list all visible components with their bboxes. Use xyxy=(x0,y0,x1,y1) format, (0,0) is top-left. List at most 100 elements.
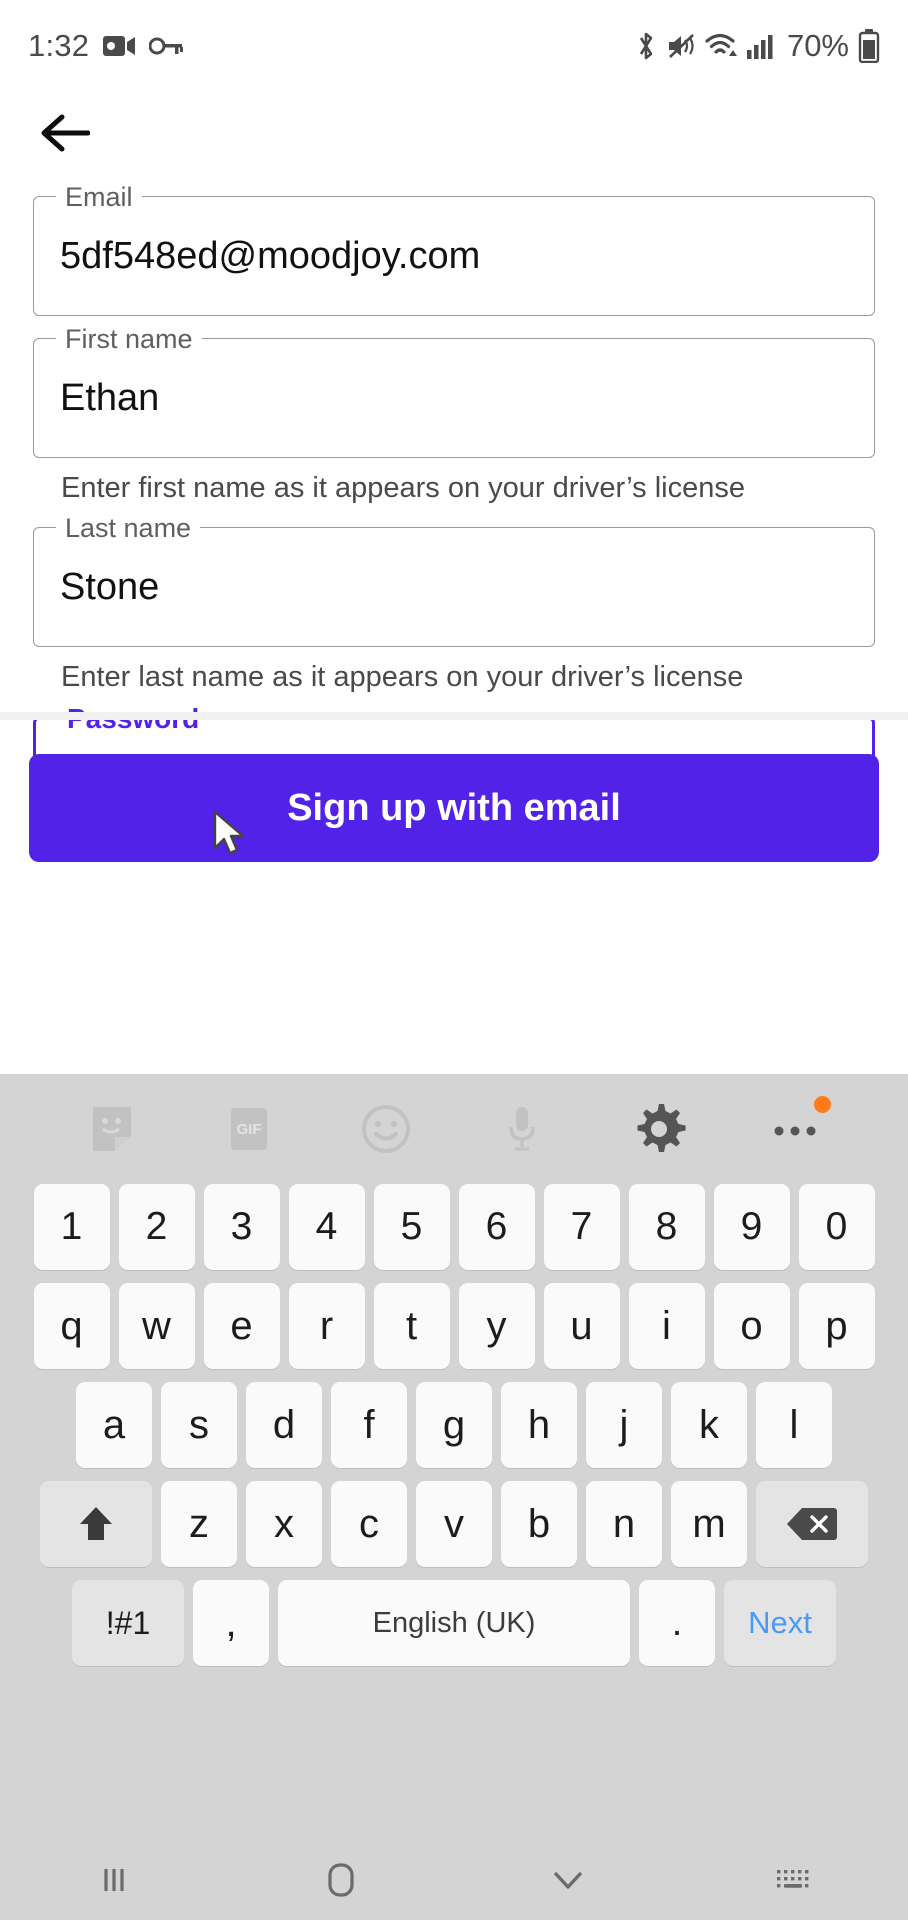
last-name-input-value: Stone xyxy=(60,566,160,608)
svg-text:GIF: GIF xyxy=(236,1121,261,1138)
hide-keyboard-button[interactable] xyxy=(454,1840,681,1920)
space-key[interactable]: English (UK) xyxy=(278,1580,630,1666)
key-i[interactable]: i xyxy=(628,1283,705,1369)
key-6[interactable]: 6 xyxy=(458,1184,535,1270)
section-divider xyxy=(0,712,908,720)
home-icon xyxy=(327,1863,354,1897)
keyboard-row-numbers: 1 2 3 4 5 6 7 8 9 0 xyxy=(0,1184,908,1270)
key-e[interactable]: e xyxy=(203,1283,280,1369)
email-input-box[interactable]: Email 5df548ed@moodjoy.com xyxy=(33,184,875,316)
settings-gear-icon[interactable] xyxy=(628,1098,690,1160)
key-g[interactable]: g xyxy=(416,1382,492,1468)
keyboard-row-bottom: z x c v b n m xyxy=(0,1481,908,1567)
first-name-input-box[interactable]: First name Ethan xyxy=(33,326,875,458)
email-input-value: 5df548ed@moodjoy.com xyxy=(60,235,481,277)
keyboard-row-top: q w e r t y u i o p xyxy=(0,1283,908,1369)
keyboard-toolbar: GIF xyxy=(0,1074,908,1184)
last-name-field-label: Last name xyxy=(56,515,201,542)
symbols-key[interactable]: !#1 xyxy=(72,1580,184,1666)
key-c[interactable]: c xyxy=(331,1481,407,1567)
first-name-helper-text: Enter first name as it appears on your d… xyxy=(61,472,745,504)
key-m[interactable]: m xyxy=(671,1481,747,1567)
key-l[interactable]: l xyxy=(756,1382,832,1468)
key-j[interactable]: j xyxy=(586,1382,662,1468)
signup-form: Email 5df548ed@moodjoy.com First name Et… xyxy=(0,184,908,836)
key-a[interactable]: a xyxy=(76,1382,152,1468)
shift-key[interactable] xyxy=(40,1481,152,1567)
key-x[interactable]: x xyxy=(246,1481,322,1567)
status-time: 1:32 xyxy=(28,28,90,63)
signup-content: Email 5df548ed@moodjoy.com First name Et… xyxy=(0,92,908,1074)
key-o[interactable]: o xyxy=(713,1283,790,1369)
comma-key[interactable]: , xyxy=(193,1580,269,1666)
notification-badge xyxy=(813,1096,831,1113)
key-4[interactable]: 4 xyxy=(288,1184,365,1270)
keyboard-row-space: !#1 , English (UK) . Next xyxy=(0,1580,908,1666)
key-h[interactable]: h xyxy=(501,1382,577,1468)
video-camera-icon xyxy=(103,33,136,59)
on-screen-keyboard: GIF 1 2 3 4 5 6 7 8 9 0 q w e r t y u i … xyxy=(0,1074,908,1840)
last-name-input-box[interactable]: Last name Stone xyxy=(33,515,875,647)
home-button[interactable] xyxy=(227,1840,454,1920)
key-r[interactable]: r xyxy=(288,1283,365,1369)
last-name-helper-text: Enter last name as it appears on your dr… xyxy=(61,661,744,693)
key-s[interactable]: s xyxy=(161,1382,237,1468)
key-p[interactable]: p xyxy=(798,1283,875,1369)
keyboard-switch-button[interactable] xyxy=(681,1840,908,1920)
backspace-key[interactable] xyxy=(756,1481,868,1567)
key-d[interactable]: d xyxy=(246,1382,322,1468)
gif-icon[interactable]: GIF xyxy=(218,1098,280,1160)
sign-up-with-email-button[interactable]: Sign up with email xyxy=(29,754,879,862)
key-y[interactable]: y xyxy=(458,1283,535,1369)
key-w[interactable]: w xyxy=(118,1283,195,1369)
key-k[interactable]: k xyxy=(671,1382,747,1468)
key-5[interactable]: 5 xyxy=(373,1184,450,1270)
mute-icon xyxy=(666,31,696,61)
key-z[interactable]: z xyxy=(161,1481,237,1567)
key-u[interactable]: u xyxy=(543,1283,620,1369)
keyboard-switch-icon xyxy=(776,1870,808,1888)
back-arrow-icon xyxy=(41,114,90,152)
key-q[interactable]: q xyxy=(33,1283,110,1369)
key-8[interactable]: 8 xyxy=(628,1184,705,1270)
first-name-field[interactable]: First name Ethan Enter first name as it … xyxy=(33,326,875,505)
key-t[interactable]: t xyxy=(373,1283,450,1369)
wifi-icon xyxy=(705,32,737,60)
key-n[interactable]: n xyxy=(586,1481,662,1567)
email-field-label: Email xyxy=(56,184,142,211)
microphone-icon[interactable] xyxy=(491,1098,553,1160)
period-key[interactable]: . xyxy=(639,1580,715,1666)
next-key[interactable]: Next xyxy=(724,1580,836,1666)
first-name-field-label: First name xyxy=(56,326,202,353)
key-v[interactable]: v xyxy=(416,1481,492,1567)
bluetooth-icon xyxy=(635,30,657,62)
key-icon xyxy=(149,35,184,57)
last-name-field[interactable]: Last name Stone Enter last name as it ap… xyxy=(33,515,875,694)
key-7[interactable]: 7 xyxy=(543,1184,620,1270)
status-bar: 1:32 70% xyxy=(0,0,908,92)
recents-icon xyxy=(103,1869,124,1891)
back-button[interactable] xyxy=(32,101,96,165)
sticker-icon[interactable] xyxy=(81,1098,143,1160)
key-b[interactable]: b xyxy=(501,1481,577,1567)
battery-icon xyxy=(858,29,880,63)
android-navigation-bar xyxy=(0,1840,908,1920)
key-3[interactable]: 3 xyxy=(203,1184,280,1270)
recents-button[interactable] xyxy=(0,1840,227,1920)
key-2[interactable]: 2 xyxy=(118,1184,195,1270)
key-1[interactable]: 1 xyxy=(33,1184,110,1270)
backspace-icon xyxy=(787,1508,837,1540)
key-0[interactable]: 0 xyxy=(798,1184,875,1270)
emoji-icon[interactable] xyxy=(355,1098,417,1160)
key-f[interactable]: f xyxy=(331,1382,407,1468)
battery-percent-label: 70% xyxy=(786,28,849,63)
key-9[interactable]: 9 xyxy=(713,1184,790,1270)
cellular-signal-icon xyxy=(746,32,774,60)
first-name-input-value: Ethan xyxy=(60,377,160,419)
keyboard-row-home: a s d f g h j k l xyxy=(0,1382,908,1468)
shift-arrow-icon xyxy=(80,1507,112,1540)
email-field[interactable]: Email 5df548ed@moodjoy.com xyxy=(33,184,875,316)
more-options-icon[interactable] xyxy=(765,1096,831,1160)
status-bar-right: 70% xyxy=(635,28,880,64)
phone-screen: 1:32 70% Email 5df548ed@moodjoy.com Firs… xyxy=(0,0,908,1920)
